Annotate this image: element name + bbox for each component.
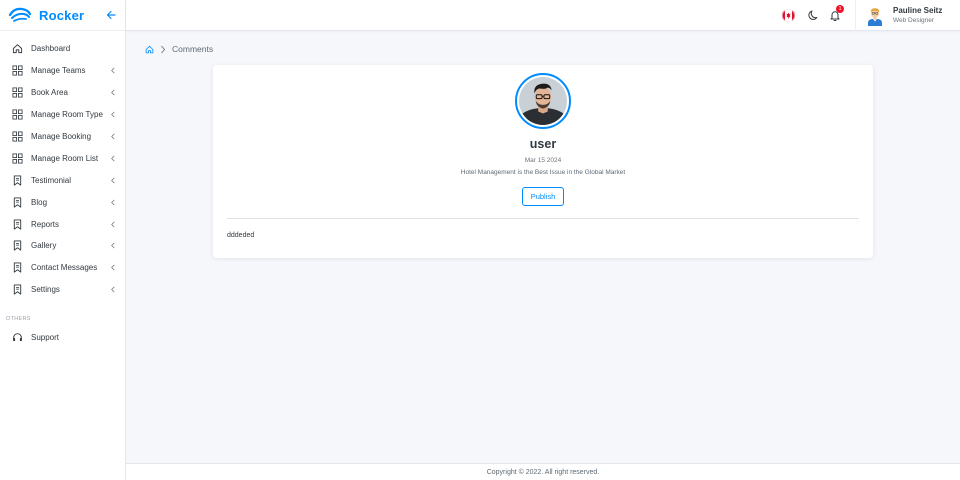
- sidebar-item-label: Support: [31, 333, 60, 343]
- sidebar-item-label: Blog: [31, 197, 48, 207]
- grid-icon: [12, 131, 23, 142]
- sidebar-item-reports[interactable]: Reports: [0, 213, 125, 235]
- comment-date: Mar 15 2024: [524, 157, 562, 164]
- chevron-right-icon: [161, 45, 166, 53]
- user-name[interactable]: Pauline Seitz: [893, 6, 942, 15]
- headset-icon: [13, 333, 22, 342]
- sidebar-item-label: Contact Messages: [31, 263, 98, 273]
- sidebar-item-label: Manage Teams: [31, 66, 86, 76]
- sidebar-item-label: Dashboard: [31, 44, 71, 54]
- comment-message: dddeded: [227, 232, 255, 239]
- sidebar-item-manage-room-list[interactable]: Manage Room List: [0, 147, 125, 169]
- sidebar-item-gallery[interactable]: Gallery: [0, 235, 125, 257]
- sidebar-menu: Dashboard Manage Teams Book Area Manage …: [0, 31, 125, 301]
- commenter-photo: [519, 77, 567, 125]
- sidebar-item-manage-room-type[interactable]: Manage Room Type: [0, 104, 125, 126]
- breadcrumb: Comments: [145, 43, 213, 55]
- chevron-left-icon: [111, 264, 115, 271]
- sidebar-item-label: Testimonial: [31, 175, 72, 185]
- sidebar-item-dashboard[interactable]: Dashboard: [0, 38, 125, 60]
- footer: Copyright © 2022. All right reserved.: [126, 463, 960, 480]
- canada-flag-icon[interactable]: [782, 9, 795, 22]
- notification-badge: 1: [836, 5, 844, 13]
- sidebar-item-label: Manage Room Type: [31, 110, 103, 120]
- chevron-left-icon: [111, 286, 115, 293]
- sidebar-item-blog[interactable]: Blog: [0, 191, 125, 213]
- brand: Rocker: [0, 0, 125, 31]
- bookmark-icon: [13, 197, 22, 208]
- sidebar-item-manage-teams[interactable]: Manage Teams: [0, 60, 125, 82]
- publish-button[interactable]: Publish: [522, 187, 564, 206]
- chevron-left-icon: [111, 133, 115, 140]
- grid-icon: [12, 109, 23, 120]
- topbar-divider: [855, 0, 856, 31]
- sidebar-item-settings[interactable]: Settings: [0, 279, 125, 301]
- sidebar-others-menu: Support: [0, 327, 125, 349]
- sidebar-item-book-area[interactable]: Book Area: [0, 82, 125, 104]
- copyright-text: Copyright © 2022. All right reserved.: [486, 469, 600, 476]
- user-avatar[interactable]: [866, 6, 884, 26]
- moon-icon[interactable]: [808, 9, 820, 21]
- breadcrumb-current: Comments: [172, 44, 214, 54]
- chevron-left-icon: [111, 221, 115, 227]
- bookmark-icon: [13, 262, 22, 273]
- home-icon: [12, 44, 23, 54]
- grid-icon: [12, 153, 23, 164]
- home-icon[interactable]: [145, 45, 154, 54]
- user-role: Web Designer: [893, 17, 935, 24]
- chevron-left-icon: [111, 89, 115, 96]
- chevron-left-icon: [111, 111, 115, 118]
- sidebar-item-label: Settings: [31, 285, 60, 295]
- sidebar-item-testimonial[interactable]: Testimonial: [0, 169, 125, 191]
- chevron-left-icon: [111, 177, 115, 184]
- arrow-left-icon[interactable]: [105, 9, 117, 21]
- chevron-left-icon: [111, 155, 115, 162]
- bookmark-icon: [13, 284, 22, 295]
- sidebar-item-label: Gallery: [31, 241, 57, 251]
- comment-card: user Mar 15 2024 Hotel Management is the…: [213, 65, 873, 258]
- sidebar-item-contact-messages[interactable]: Contact Messages: [0, 257, 125, 279]
- sidebar-section-label: OTHERS: [6, 315, 31, 322]
- comment-post-title: Hotel Management is the Best Issue in th…: [460, 169, 626, 176]
- grid-icon: [12, 87, 23, 98]
- sidebar-item-manage-booking[interactable]: Manage Booking: [0, 126, 125, 148]
- bookmark-icon: [13, 219, 22, 230]
- sidebar: Rocker Dashboard Manage Teams Book Area …: [0, 0, 126, 480]
- brand-logo-icon: [8, 7, 32, 22]
- chevron-left-icon: [111, 243, 115, 249]
- commenter-avatar: [515, 73, 571, 129]
- bookmark-icon: [13, 175, 22, 186]
- sidebar-item-support[interactable]: Support: [0, 327, 125, 349]
- sidebar-item-label: Book Area: [31, 88, 68, 98]
- sidebar-item-label: Manage Booking: [31, 132, 92, 141]
- sidebar-item-label: Manage Room List: [31, 153, 99, 163]
- bookmark-icon: [13, 240, 22, 251]
- grid-icon: [12, 65, 23, 76]
- brand-name: Rocker: [39, 7, 85, 23]
- commenter-name: user: [529, 137, 557, 151]
- card-divider: [227, 218, 859, 219]
- chevron-left-icon: [111, 199, 115, 206]
- topbar: 1 Pauline Seitz Web Designer: [126, 0, 960, 31]
- chevron-left-icon: [111, 67, 115, 74]
- sidebar-item-label: Reports: [31, 219, 60, 229]
